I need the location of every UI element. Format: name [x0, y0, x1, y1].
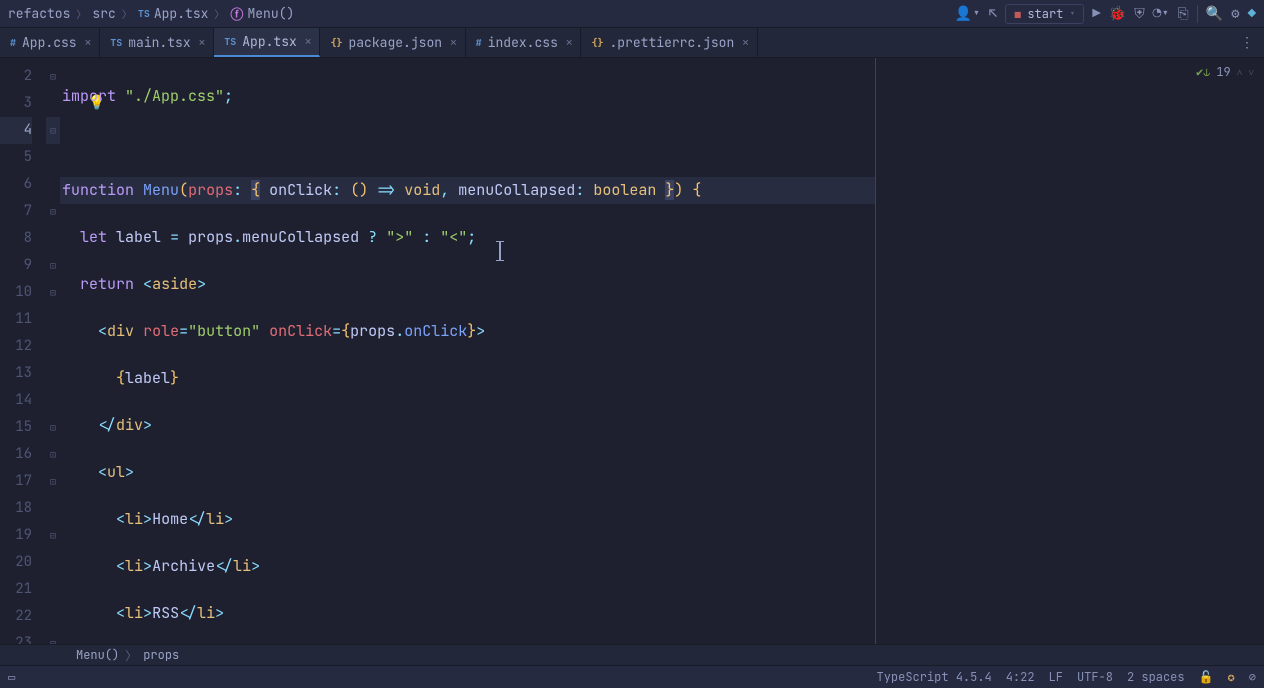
tab-prettierrc[interactable]: {} .prettierrc.json ✕ [581, 28, 757, 57]
close-icon[interactable]: ✕ [740, 36, 749, 50]
file-icon: TS [224, 35, 236, 48]
breadcrumb-item[interactable]: src [92, 5, 115, 22]
tab-apptsx[interactable]: TS App.tsx ✕ [214, 28, 320, 57]
close-icon[interactable]: ✕ [448, 36, 457, 50]
tab-label: .prettierrc.json [609, 34, 734, 51]
check-icon: ✔⫝ [1196, 64, 1210, 80]
tab-indexcss[interactable]: # index.css ✕ [466, 28, 582, 57]
status-indent[interactable]: 2 spaces [1127, 669, 1185, 685]
breadcrumb-label: App.tsx [154, 5, 209, 22]
close-icon[interactable]: ✕ [197, 36, 206, 50]
chevron-down-icon[interactable]: ˅ [1248, 66, 1254, 79]
breadcrumbs: refactos 〉 src 〉 TS App.tsx 〉 ⓕMenu() [8, 4, 294, 23]
memory-indicator[interactable]: ⊘ [1249, 669, 1256, 685]
file-icon: {} [330, 36, 342, 49]
editor-right-panel: ✔⫝ 19 ˄ ˅ [876, 58, 1264, 644]
status-language[interactable]: TypeScript 4.5.4 [877, 669, 992, 685]
attach-icon[interactable]: ⎘ [1178, 5, 1189, 23]
tab-label: App.css [22, 34, 77, 51]
inspections-count: 19 [1216, 64, 1230, 80]
code-editor[interactable]: 💡 2 3 4 5 6 7 8 9 10 11 12 13 14 15 16 1… [0, 58, 1264, 644]
stop-icon: ◼ [1014, 6, 1021, 22]
user-icon[interactable]: 👤▾ [955, 5, 981, 23]
status-encoding[interactable]: UTF-8 [1077, 669, 1113, 685]
close-icon[interactable]: ✕ [303, 35, 312, 49]
run-icon[interactable]: ▶ [1092, 5, 1100, 23]
run-config-label: start [1027, 6, 1063, 22]
crumb-item[interactable]: props [143, 647, 179, 663]
tabs-overflow[interactable]: ⋮ [1230, 28, 1264, 57]
tab-label: package.json [348, 34, 442, 51]
file-icon: # [476, 36, 482, 49]
file-icon: TS [138, 7, 150, 20]
profile-icon[interactable]: ◔▾ [1153, 5, 1170, 23]
tab-appcss[interactable]: # App.css ✕ [0, 28, 100, 57]
fold-gutter[interactable]: ⊟⊟⊟⊡⊟⊡⊡⊡⊟⊟ [46, 58, 60, 644]
file-icon: {} [591, 36, 603, 49]
breadcrumb-item[interactable]: TS App.tsx [138, 5, 209, 22]
close-icon[interactable]: ✕ [83, 36, 92, 50]
status-bar: ▭ TypeScript 4.5.4 4:22 LF UTF-8 2 space… [0, 666, 1264, 688]
status-line-ending[interactable]: LF [1049, 669, 1063, 685]
inspections-widget[interactable]: ✔⫝ 19 ˄ ˅ [1196, 64, 1254, 80]
chevron-up-icon[interactable]: ˄ [1237, 66, 1243, 79]
file-icon: TS [110, 36, 122, 49]
tab-label: index.css [488, 34, 558, 51]
notifications-icon[interactable]: ✪ [1228, 669, 1235, 685]
editor-tabs: # App.css ✕ TS main.tsx ✕ TS App.tsx ✕ {} packa… [0, 28, 1264, 58]
run-config-selector[interactable]: ◼ start ▾ [1005, 4, 1084, 24]
status-caret-position[interactable]: 4:22 [1006, 669, 1035, 685]
tab-label: App.tsx [242, 33, 297, 50]
chevron-right-icon: 〉 [120, 6, 134, 21]
breadcrumb-item[interactable]: refactos [8, 5, 70, 22]
search-icon[interactable]: 🔍 [1206, 5, 1223, 23]
crumb-item[interactable]: Menu() [76, 647, 119, 663]
function-icon: ⓕ [230, 4, 243, 23]
file-icon: # [10, 36, 16, 49]
debug-icon[interactable]: 🐞 [1109, 5, 1126, 23]
line-number-gutter[interactable]: 2 3 4 5 6 7 8 9 10 11 12 13 14 15 16 17 … [0, 58, 46, 644]
tool-window-icon[interactable]: ▭ [8, 669, 15, 685]
breadcrumb-label: Menu() [247, 5, 294, 22]
tab-maintsx[interactable]: TS main.tsx ✕ [100, 28, 214, 57]
breadcrumb-item[interactable]: ⓕMenu() [230, 4, 294, 23]
chevron-right-icon: 〉 [125, 647, 137, 664]
settings-icon[interactable]: ⚙ [1231, 5, 1239, 23]
chevron-down-icon: ▾ [1069, 7, 1075, 20]
separator [1197, 5, 1198, 23]
coverage-icon[interactable]: ⛨ [1134, 5, 1145, 23]
readonly-lock-icon[interactable]: 🔓 [1199, 669, 1214, 685]
structure-breadcrumbs[interactable]: Menu() 〉 props [0, 644, 1264, 666]
breadcrumb-label: refactos [8, 5, 70, 22]
code-content[interactable]: import "./App.css"; function Menu(props:… [60, 58, 875, 644]
tab-packagejson[interactable]: {} package.json ✕ [320, 28, 465, 57]
tab-label: main.tsx [128, 34, 190, 51]
chevron-right-icon: 〉 [74, 6, 88, 21]
navigation-bar: refactos 〉 src 〉 TSApp.tsx 〉 ⓕMenu() 👤▾ … [0, 0, 1264, 28]
close-icon[interactable]: ✕ [564, 36, 573, 50]
chevron-right-icon: 〉 [212, 6, 226, 21]
plugin-icon[interactable]: ◆ [1248, 5, 1256, 23]
build-icon[interactable]: ↖ [989, 5, 997, 23]
breadcrumb-label: src [92, 5, 115, 22]
